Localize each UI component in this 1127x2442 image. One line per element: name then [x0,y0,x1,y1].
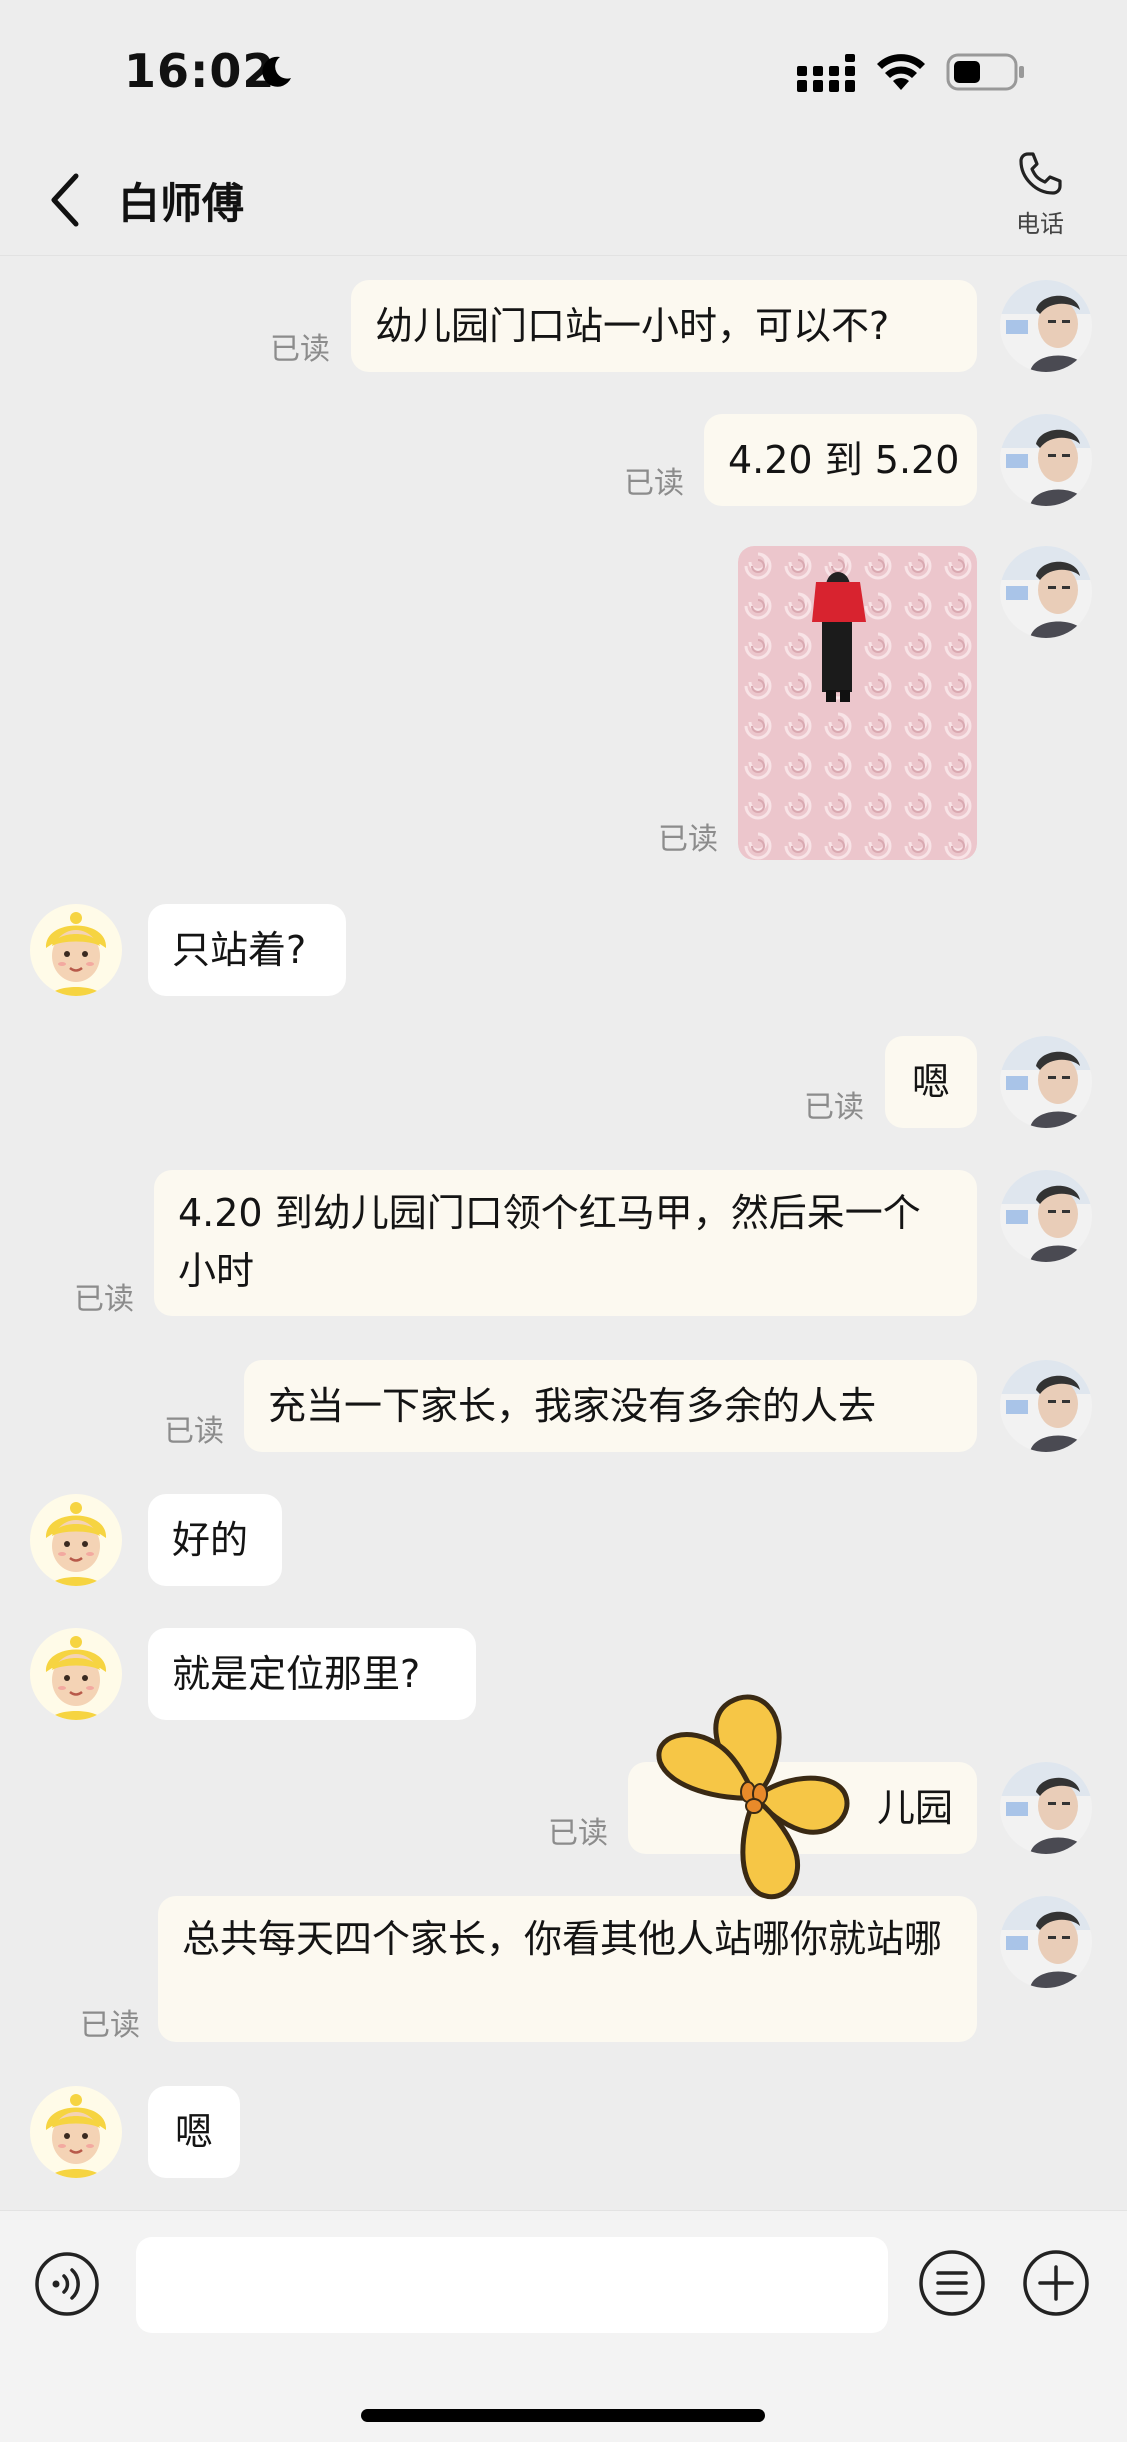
image-message[interactable] [738,546,977,860]
chat-header: 白师傅 电话 [0,140,1127,256]
quick-reply-icon[interactable] [918,2249,986,2317]
read-receipt: 已读 [164,1414,224,1449]
home-indicator[interactable] [361,2409,765,2422]
status-time: 16:02 [124,44,276,98]
battery-icon [946,53,1024,91]
flower-sticker [656,1694,850,1900]
message-bubble-out[interactable]: 充当一下家长，我家没有多余的人去 [244,1360,977,1452]
my-avatar[interactable] [1000,1170,1092,1262]
message-bubble-in[interactable]: 就是定位那里? [148,1628,476,1720]
cellular-signal-icon [797,54,855,92]
contact-avatar[interactable] [30,904,122,996]
status-bar: 16:02 [0,0,1127,140]
read-receipt: 已读 [74,1282,134,1317]
message-bubble-in[interactable]: 嗯 [148,2086,240,2178]
my-avatar[interactable] [1000,1896,1092,1988]
read-receipt: 已读 [80,2008,140,2043]
contact-avatar[interactable] [30,1494,122,1586]
message-bubble-out[interactable]: 嗯 [885,1036,977,1128]
contact-avatar[interactable] [30,1628,122,1720]
voice-input-icon[interactable] [34,2251,100,2317]
message-bubble-out[interactable]: 幼儿园门口站一小时，可以不? [351,280,977,372]
my-avatar[interactable] [1000,280,1092,372]
contact-avatar[interactable] [30,2086,122,2178]
input-bar [0,2210,1127,2442]
read-receipt: 已读 [548,1816,608,1851]
my-avatar[interactable] [1000,546,1092,638]
message-list: 已读 幼儿园门口站一小时，可以不? 已读 4.20 到 5.20 已读 只站着?… [0,256,1127,2210]
read-receipt: 已读 [658,822,718,857]
call-label: 电话 [1016,210,1064,238]
read-receipt: 已读 [270,332,330,367]
my-avatar[interactable] [1000,1762,1092,1854]
phone-icon [1019,152,1062,195]
plus-icon[interactable] [1022,2249,1090,2317]
moon-icon [262,56,291,87]
message-input[interactable] [136,2237,888,2333]
back-chevron-icon[interactable] [46,170,86,230]
message-bubble-out[interactable]: 4.20 到幼儿园门口领个红马甲，然后呆一个小时 [154,1170,977,1316]
read-receipt: 已读 [624,466,684,501]
contact-name: 白师傅 [118,179,245,228]
message-bubble-in[interactable]: 好的 [148,1494,282,1586]
message-bubble-in[interactable]: 只站着? [148,904,346,996]
my-avatar[interactable] [1000,1360,1092,1452]
read-receipt: 已读 [804,1090,864,1125]
call-button[interactable]: 电话 [1010,148,1070,239]
wifi-icon [877,54,925,90]
my-avatar[interactable] [1000,1036,1092,1128]
message-bubble-out[interactable]: 4.20 到 5.20 [704,414,977,506]
my-avatar[interactable] [1000,414,1092,506]
